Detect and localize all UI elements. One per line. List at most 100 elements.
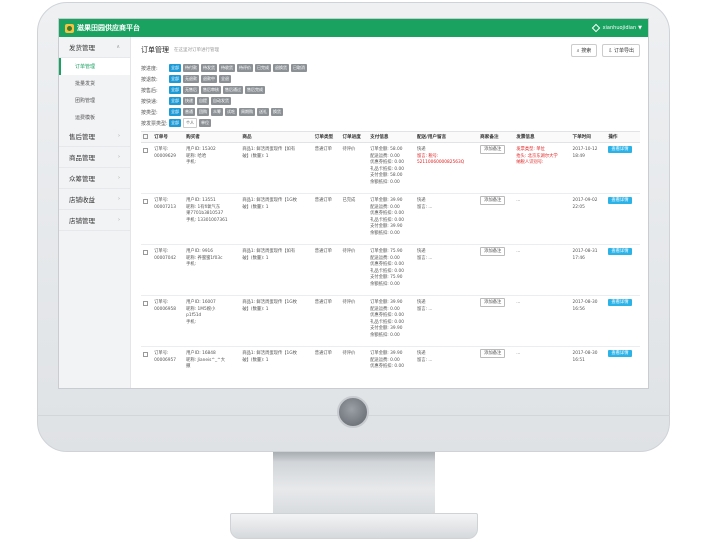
filter-chip[interactable]: 待付款 xyxy=(183,64,199,72)
filter-chip[interactable]: 全部 xyxy=(169,86,181,94)
filter-chip[interactable]: 全部 xyxy=(169,75,181,83)
add-note-button[interactable]: 添加备注 xyxy=(480,247,506,256)
goods-info-line: 商品1: 鲜活周蛋现传【如有 xyxy=(242,249,296,254)
view-detail-button[interactable]: 查看详情 xyxy=(608,350,632,357)
filter-chip[interactable]: 单位 xyxy=(199,119,211,127)
buyer-info: 用户ID: 16007 昵称: 1M5婉小 p1f51d 手机: xyxy=(184,295,241,347)
filter-chip[interactable]: 全部 xyxy=(169,119,181,127)
sidebar-item-batch-ship[interactable]: 批量发货 xyxy=(59,75,130,92)
delivery-info-line: 留言: ... xyxy=(416,255,433,261)
sidebar-group-revenue[interactable]: 店铺收益 › xyxy=(59,189,130,210)
order-number-line: 00007042 xyxy=(154,255,176,261)
monitor-stand-base xyxy=(230,513,478,539)
sidebar-item-group-buy[interactable]: 团购管理 xyxy=(59,92,130,109)
sidebar-item-orders[interactable]: 订单管理 xyxy=(59,58,130,75)
filter-chip[interactable]: 无售后 xyxy=(183,86,199,94)
row-checkbox[interactable] xyxy=(143,250,148,255)
filter-chip[interactable]: 待评价 xyxy=(237,64,253,72)
row-checkbox[interactable] xyxy=(143,352,148,357)
filter-chip[interactable]: 无退款 xyxy=(183,75,199,83)
top-bar: 滋果田园供应商平台 xianhuojidian ▼ xyxy=(59,19,648,37)
search-button[interactable]: ⌕ 搜索 xyxy=(570,43,598,57)
sidebar-group-shipping[interactable]: 发货管理 ∧ xyxy=(59,37,130,58)
filter-chip[interactable]: 普通 xyxy=(183,108,195,116)
sidebar-group-store[interactable]: 店铺管理 › xyxy=(59,210,130,231)
sidebar-group-aftersale[interactable]: 售后管理 › xyxy=(59,126,130,147)
row-actions: 查看详情 xyxy=(606,244,640,296)
filter-chip[interactable]: 个人 xyxy=(183,118,197,128)
filter-chip[interactable]: 周期购 xyxy=(239,108,255,116)
row-actions: 查看详情 xyxy=(606,193,640,245)
filter-chip[interactable]: 众筹 xyxy=(211,108,223,116)
buyer-info: 用户ID: 13551 昵称: 1有fi氧气东 果7701b3810537 手机: 1… xyxy=(184,193,241,245)
view-detail-button[interactable]: 查看详情 xyxy=(608,248,632,255)
view-detail-button[interactable]: 查看详情 xyxy=(608,146,632,153)
order-time-line: 2017-10-12 xyxy=(572,147,598,152)
filter-row: 按售后: 全部 无售后 售后审核 售后通过 售后完成 xyxy=(141,85,640,95)
app-title: 滋果田园供应商平台 xyxy=(77,24,140,32)
order-time-line: 16:56 xyxy=(572,306,585,312)
filter-chip[interactable]: 退款中 xyxy=(201,75,217,83)
filter-chip[interactable]: 送礼 xyxy=(257,108,269,116)
filter-chip[interactable]: 团购 xyxy=(197,108,209,116)
column-header: 购买者 xyxy=(184,131,241,143)
add-note-button[interactable]: 添加备注 xyxy=(480,145,506,154)
goods-info: 商品1: 鲜活周蛋现传【1G枚 破】(数量): 1 xyxy=(240,346,313,388)
table-row: 订单号: 00007213 用户ID: 13551 昵称: 1有fi氧气东 果7701b… xyxy=(141,193,640,245)
column-header: 商品 xyxy=(240,131,313,143)
payment-info: 订单金额: 75.90 配送运费: 0.00 优惠券抵扣: 0.00 礼品卡抵扣: 0… xyxy=(368,244,415,296)
column-header: 发票信息 xyxy=(514,131,571,143)
filter-chip[interactable]: 自提 xyxy=(197,97,209,105)
filter-chip[interactable]: 已完成 xyxy=(255,64,271,72)
filter-chip[interactable]: 全部 xyxy=(169,64,181,72)
user-menu[interactable]: xianhuojidian ▼ xyxy=(591,23,642,33)
sidebar-item-freight-template[interactable]: 运费模板 xyxy=(59,109,130,126)
goods-info: 商品1: 鲜活周蛋现传【1G枚 破】(数量): 1 xyxy=(240,295,313,347)
order-number: 订单号: 00006958 xyxy=(152,295,185,347)
sidebar-group-crowdfund[interactable]: 众筹管理 › xyxy=(59,168,130,189)
goods-info-line: 破】(数量): 1 xyxy=(242,357,269,363)
filter-row: 按进度: 全部 待付款 待发货 待收货 待评价 已完成 退换货 已取消 xyxy=(141,63,640,73)
table-row: 订单号: 00007042 用户ID: 9916 昵称: 养蜜蜜1f03c 手机: 商品1… xyxy=(141,244,640,296)
filter-chip[interactable]: 待发货 xyxy=(201,64,217,72)
filter-chip[interactable]: 全部 xyxy=(169,97,181,105)
filter-chip[interactable]: 售后通过 xyxy=(223,86,243,94)
filter-chip[interactable]: 已取消 xyxy=(291,64,307,72)
sidebar-group-products[interactable]: 商品管理 › xyxy=(59,147,130,168)
filter-chip[interactable]: 待收货 xyxy=(219,64,235,72)
export-button[interactable]: ⇩ 订单导出 xyxy=(602,43,640,57)
add-note-button[interactable]: 添加备注 xyxy=(480,196,506,205)
filter-chip[interactable]: 自动发货 xyxy=(211,97,231,105)
view-detail-button[interactable]: 查看详情 xyxy=(608,299,632,306)
merchant-note: 添加备注 xyxy=(478,244,515,296)
filter-chip[interactable]: 全退 xyxy=(219,75,231,83)
view-detail-button[interactable]: 查看详情 xyxy=(608,197,632,204)
payment-info-line: 订单金额: 39.90 xyxy=(370,351,403,356)
order-type: 普通订单 xyxy=(312,193,341,245)
row-checkbox[interactable] xyxy=(143,301,148,306)
goods-info-line: 破】(数量): 1 xyxy=(242,306,269,312)
payment-info-line: 订单金额: 39.90 xyxy=(370,198,403,203)
select-all-checkbox[interactable] xyxy=(143,134,148,139)
buyer-info-line: p1f51d xyxy=(186,313,202,319)
delivery-info-line: 快递 xyxy=(416,249,426,254)
delivery-info-line: 留言: ... xyxy=(416,357,433,363)
filter-chip[interactable]: 售后完成 xyxy=(245,86,265,94)
filter-chip[interactable]: 换货 xyxy=(271,108,283,116)
delivery-info-line: 快递 xyxy=(416,300,426,305)
filter-label: 按类型: xyxy=(141,109,158,116)
filter-chip[interactable]: 快递 xyxy=(183,97,195,105)
add-note-button[interactable]: 添加备注 xyxy=(480,349,506,358)
row-actions: 查看详情 xyxy=(606,346,640,388)
filter-chip[interactable]: 售后审核 xyxy=(201,86,221,94)
add-note-button[interactable]: 添加备注 xyxy=(480,298,506,307)
order-time-line: 2017-08-30 xyxy=(572,351,598,356)
goods-info-line: 商品1: 鲜活周蛋现传【1G枚 xyxy=(242,198,297,203)
filter-chip[interactable]: 退换货 xyxy=(273,64,289,72)
filter-chip[interactable]: 试吃 xyxy=(225,108,237,116)
filter-chip[interactable]: 全部 xyxy=(169,108,181,116)
row-checkbox[interactable] xyxy=(143,148,148,153)
row-checkbox[interactable] xyxy=(143,199,148,204)
table-row: 订单号: 00006957 用户ID: 16848 昵称: Jianeis^_^大撒商… xyxy=(141,346,640,388)
buyer-info-line: 手机: 13301007361 xyxy=(186,217,228,223)
